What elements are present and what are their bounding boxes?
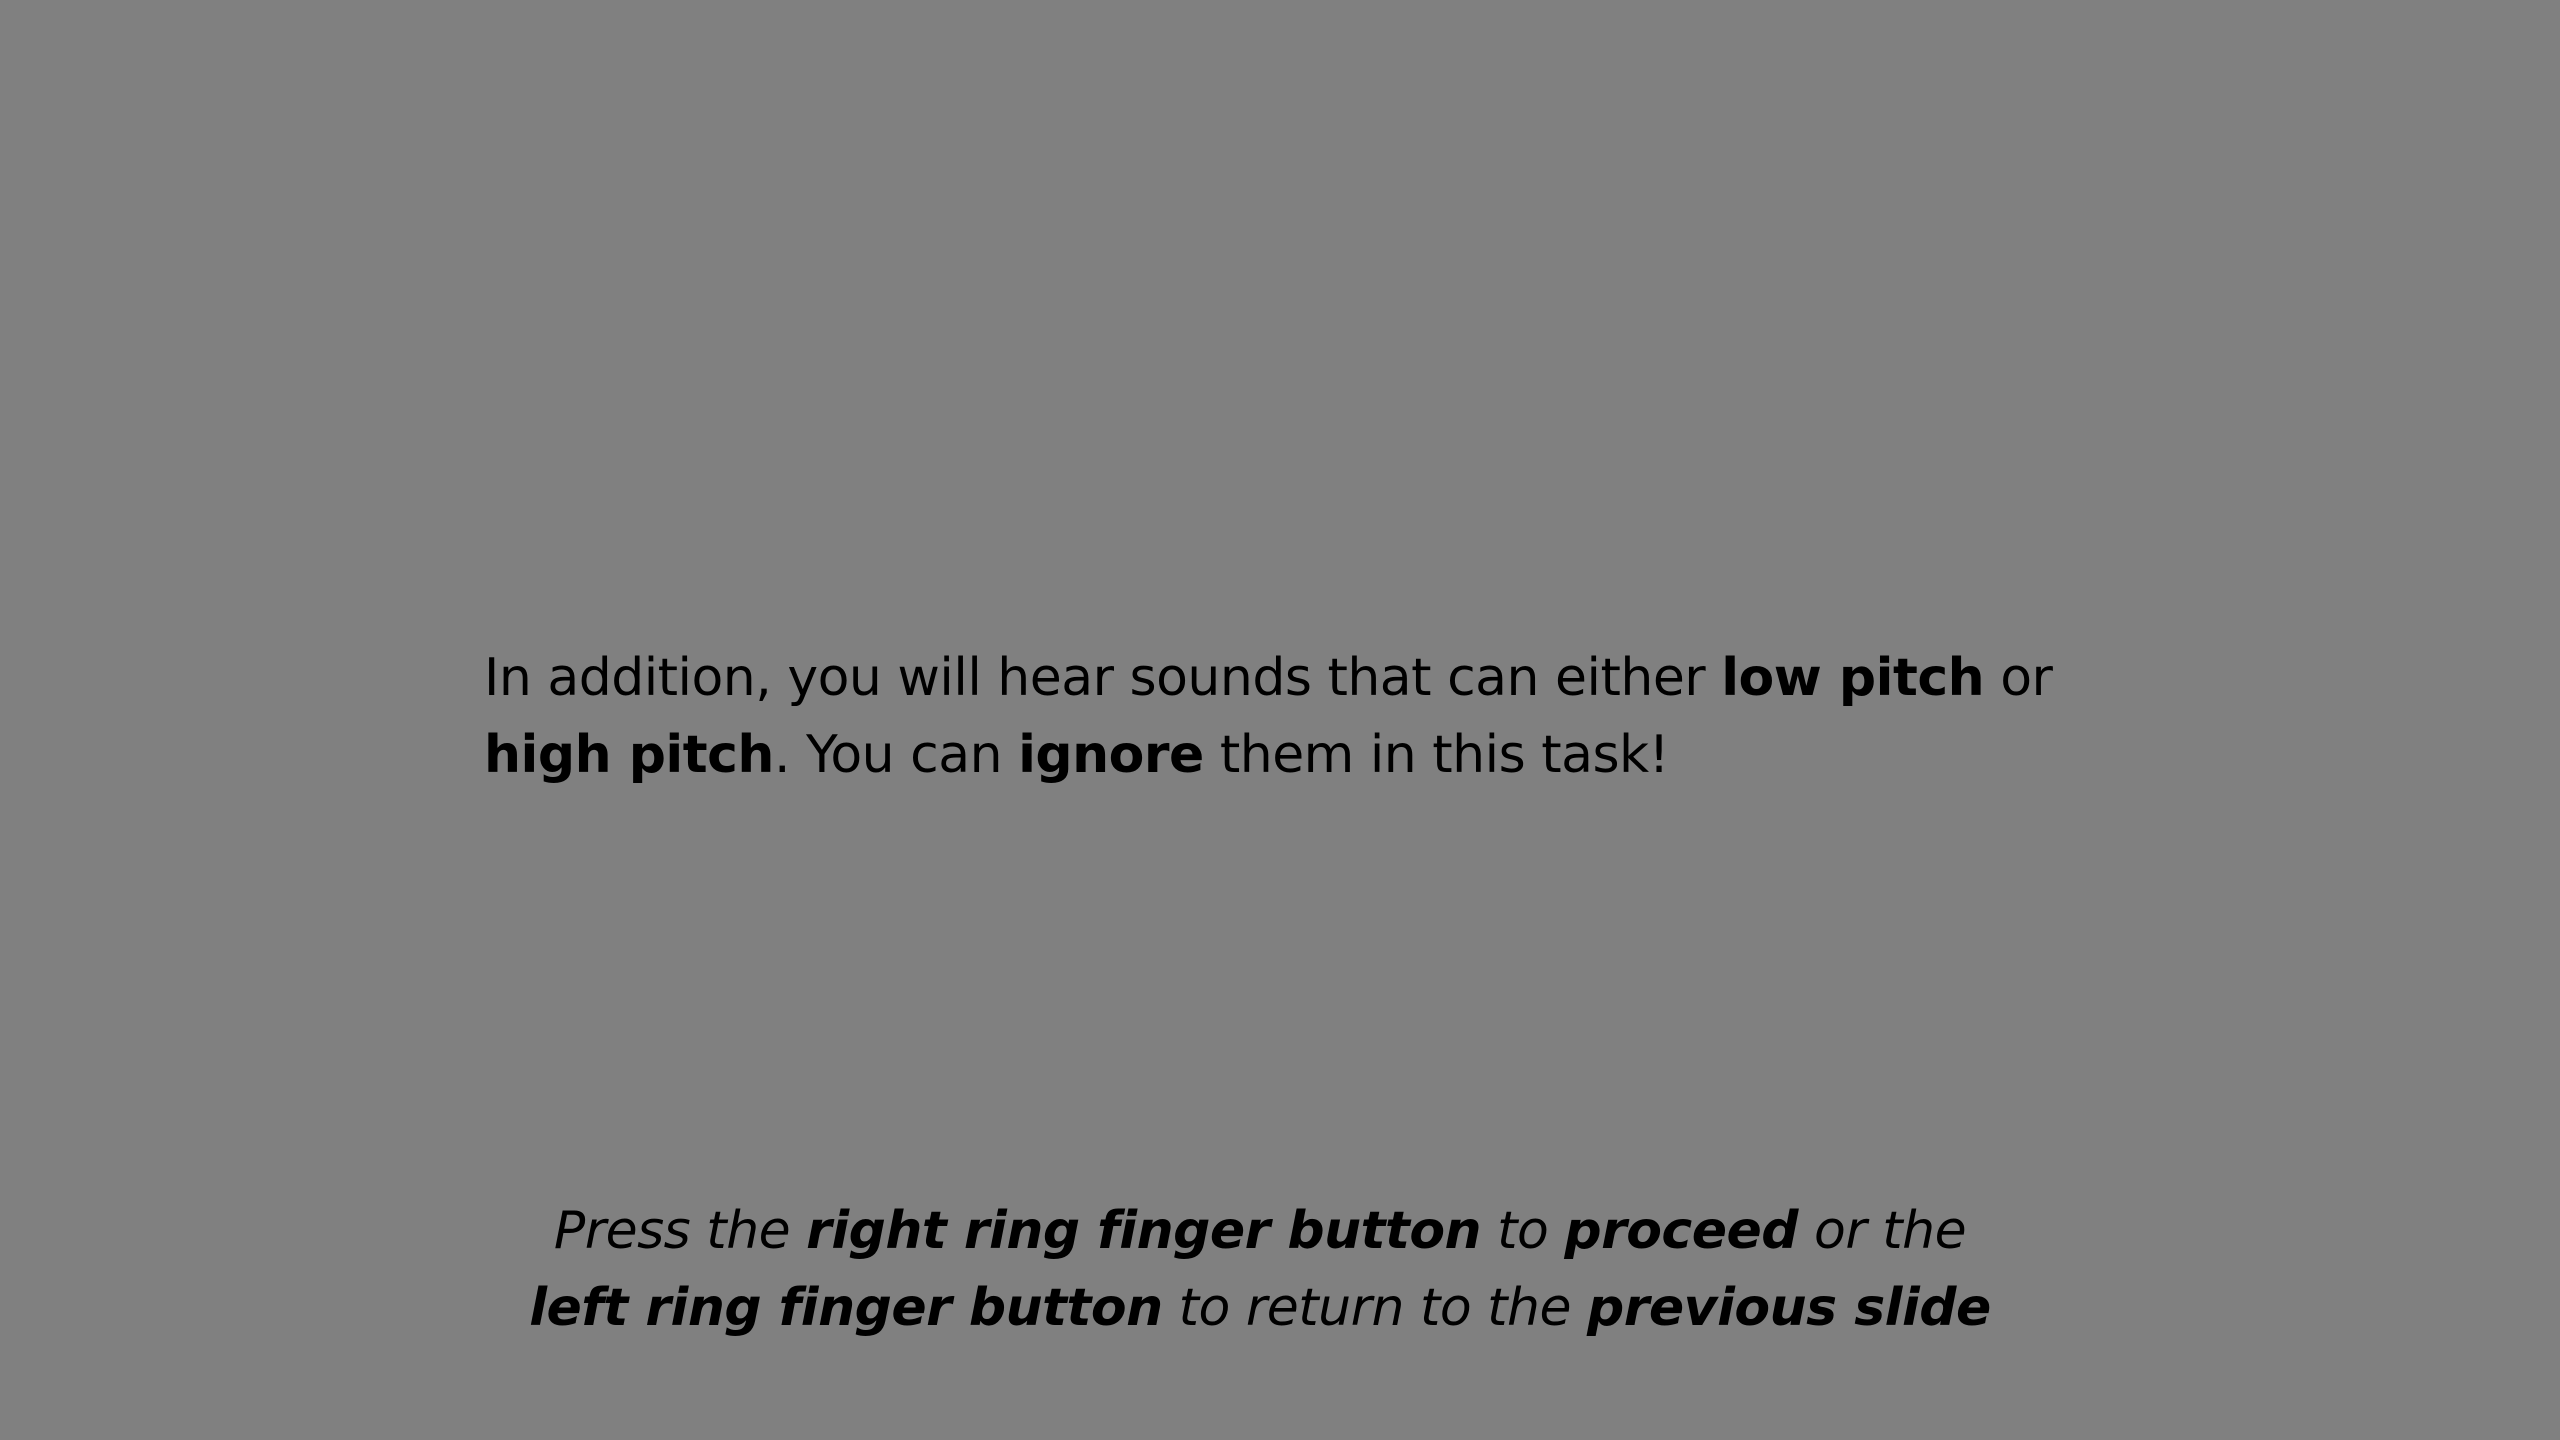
navigation-hint-line-1-text-1: Press the <box>553 1201 807 1261</box>
instruction-line-2: high pitch. You can ignore them in this … <box>484 717 2184 794</box>
left-ring-finger-button-label: left ring finger button <box>529 1278 1163 1338</box>
instruction-slide: In addition, you will hear sounds that c… <box>0 0 2560 1440</box>
instruction-line-1-text-1: In addition, you will hear sounds that c… <box>484 648 1722 708</box>
navigation-hint-line-1: Press the right ring finger button to pr… <box>0 1193 2520 1270</box>
high-pitch-emphasis: high pitch <box>484 725 774 785</box>
instruction-line-2-text-1: . You can <box>773 725 1019 785</box>
right-ring-finger-button-label: right ring finger button <box>806 1201 1482 1261</box>
previous-slide-label: previous slide <box>1587 1278 1991 1338</box>
navigation-hint-line-2-text-1: to return to the <box>1162 1278 1588 1338</box>
ignore-emphasis: ignore <box>1018 725 1204 785</box>
instruction-text: In addition, you will hear sounds that c… <box>484 640 2184 794</box>
instruction-line-1: In addition, you will hear sounds that c… <box>484 640 2184 717</box>
proceed-label: proceed <box>1564 1201 1799 1261</box>
navigation-hint-line-1-text-2: to <box>1481 1201 1565 1261</box>
instruction-line-1-text-2: or <box>1984 648 2053 708</box>
low-pitch-emphasis: low pitch <box>1721 648 1985 708</box>
instruction-line-2-text-2: them in this task! <box>1203 725 1670 785</box>
navigation-hint-line-1-text-3: or the <box>1798 1201 1967 1261</box>
navigation-hint: Press the right ring finger button to pr… <box>0 1193 2520 1347</box>
navigation-hint-line-2: left ring finger button to return to the… <box>0 1270 2520 1347</box>
